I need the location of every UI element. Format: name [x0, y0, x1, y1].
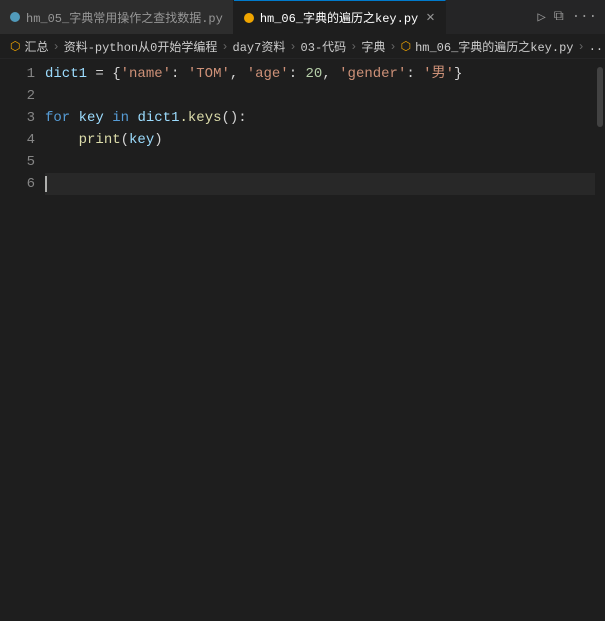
editor: 1 2 3 4 5 6 dict1 = { 'name' : 'TOM' , '… [0, 59, 605, 621]
code-line-5 [45, 151, 595, 173]
token-close-paren: ) [154, 129, 162, 151]
tab-hm06[interactable]: hm_06_字典的遍历之key.py ✕ [234, 0, 446, 35]
breadcrumb-part-6: hm_06_字典的遍历之key.py [415, 38, 573, 55]
breadcrumb-sep-4: › [350, 40, 357, 54]
token-space2 [104, 107, 112, 129]
token-keys: .keys [179, 107, 221, 129]
token-comma2: , [322, 63, 339, 85]
line-number-2: 2 [0, 85, 35, 107]
line-number-1: 1 [0, 63, 35, 85]
breadcrumb-sep-6: › [577, 40, 584, 54]
scrollbar-track[interactable] [595, 63, 605, 621]
token-space1 [70, 107, 78, 129]
token-for: for [45, 107, 70, 129]
code-line-1: dict1 = { 'name' : 'TOM' , 'age' : 20 , … [45, 63, 595, 85]
breadcrumb: ⬡ 汇总 › 资料-python从0开始学编程 › day7资料 › 03-代码… [0, 35, 605, 59]
breadcrumb-sep-3: › [289, 40, 296, 54]
cursor [45, 176, 47, 192]
breadcrumb-sep-5: › [389, 40, 396, 54]
breadcrumb-part-7: ... [589, 40, 605, 54]
breadcrumb-part-1: 汇总 [24, 38, 48, 55]
tab-bar: hm_05_字典常用操作之查找数据.py hm_06_字典的遍历之key.py … [0, 0, 605, 35]
token-space3 [129, 107, 137, 129]
code-line-6 [45, 173, 595, 195]
editor-actions: ▷ ⧉ ··· [529, 9, 605, 26]
token-20: 20 [306, 63, 323, 85]
code-line-4: print ( key ) [45, 129, 595, 151]
token-colon3: : [406, 63, 423, 85]
token-open-paren: ( [121, 129, 129, 151]
token-age-key: 'age' [247, 63, 289, 85]
code-area[interactable]: dict1 = { 'name' : 'TOM' , 'age' : 20 , … [45, 63, 595, 621]
split-icon[interactable]: ⧉ [554, 9, 564, 25]
breadcrumb-sep-2: › [221, 40, 228, 54]
token-dict1-ref: dict1 [137, 107, 179, 129]
breadcrumb-file-icon-2: ⬡ [401, 39, 411, 54]
tab-label-hm05: hm_05_字典常用操作之查找数据.py [26, 9, 223, 26]
scrollbar-thumb[interactable] [597, 67, 603, 127]
line-number-4: 4 [0, 129, 35, 151]
line-numbers: 1 2 3 4 5 6 [0, 63, 45, 621]
line-number-3: 3 [0, 107, 35, 129]
token-indent [45, 129, 79, 151]
token-colon1: : [171, 63, 188, 85]
tab-label-hm06: hm_06_字典的遍历之key.py [260, 9, 418, 26]
tab-icon-blue [10, 12, 20, 22]
line-number-6: 6 [0, 173, 35, 195]
token-colon2: : [289, 63, 306, 85]
token-dict1: dict1 [45, 63, 87, 85]
token-close-brace: } [454, 63, 462, 85]
token-eq: = { [87, 63, 121, 85]
tab-hm05[interactable]: hm_05_字典常用操作之查找数据.py [0, 0, 234, 35]
token-key: key [79, 107, 104, 129]
breadcrumb-sep-1: › [53, 40, 60, 54]
token-tom: 'TOM' [188, 63, 230, 85]
token-name-key: 'name' [121, 63, 171, 85]
token-gender-key: 'gender' [339, 63, 406, 85]
code-line-2 [45, 85, 595, 107]
breadcrumb-part-4: 03-代码 [301, 38, 347, 55]
breadcrumb-file-icon: ⬡ [10, 39, 20, 54]
tab-close-button[interactable]: ✕ [426, 11, 434, 25]
token-print: print [79, 129, 121, 151]
tab-icon-orange [244, 13, 254, 23]
breadcrumb-part-5: 字典 [361, 38, 385, 55]
token-key-arg: key [129, 129, 154, 151]
token-comma1: , [230, 63, 247, 85]
more-icon[interactable]: ··· [572, 9, 597, 25]
code-line-3: for key in dict1 .keys (): [45, 107, 595, 129]
breadcrumb-part-2: 资料-python从0开始学编程 [64, 38, 218, 55]
token-paren-colon: (): [222, 107, 247, 129]
run-icon[interactable]: ▷ [537, 9, 545, 26]
token-male: '男' [423, 63, 454, 85]
token-in: in [112, 107, 129, 129]
line-number-5: 5 [0, 151, 35, 173]
breadcrumb-part-3: day7资料 [233, 38, 286, 55]
